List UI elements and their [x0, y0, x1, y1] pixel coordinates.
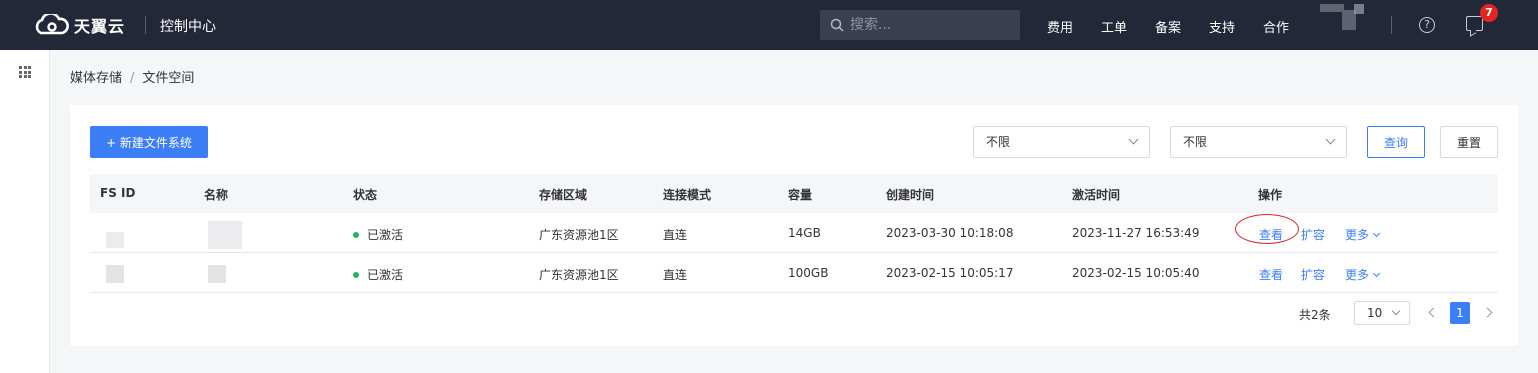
help-icon[interactable]: ? — [1419, 17, 1435, 33]
page-current[interactable]: 1 — [1450, 302, 1470, 324]
total-count: 共2条 — [1299, 308, 1331, 322]
nav-filing[interactable]: 备案 — [1155, 17, 1181, 36]
search-icon — [830, 18, 844, 32]
message-icon[interactable] — [1466, 16, 1483, 31]
table-header: FS ID 名称 状态 存储区域 连接模式 容量 创建时间 激活时间 操作 — [90, 174, 1498, 213]
page-size-select[interactable]: 10 — [1354, 301, 1410, 325]
region-cell: 广东资源池1区 — [539, 228, 619, 242]
new-filesystem-button[interactable]: + 新建文件系统 — [90, 126, 208, 158]
avatar[interactable] — [1320, 4, 1370, 30]
nav-billing[interactable]: 费用 — [1047, 17, 1073, 36]
mode-cell: 直连 — [663, 228, 688, 242]
col-actions: 操作 — [1258, 188, 1283, 202]
activated-cell: 2023-02-15 10:05:40 — [1072, 266, 1200, 280]
redacted-fsid — [106, 232, 124, 248]
col-fsid: FS ID — [100, 186, 136, 200]
search-input[interactable] — [850, 17, 1000, 33]
status-dot-icon — [353, 231, 359, 238]
redacted-fsid — [106, 265, 124, 283]
global-search[interactable] — [820, 10, 1020, 40]
capacity-cell: 14GB — [788, 226, 821, 240]
top-bar: 天翼云 控制中心 费用 工单 备案 支持 合作 ? 7 — [0, 0, 1538, 50]
prev-page-icon[interactable] — [1428, 307, 1439, 318]
filter-select-2[interactable]: 不限 — [1170, 126, 1347, 158]
chevron-down-icon — [1391, 306, 1401, 316]
breadcrumb: 媒体存储 / 文件空间 — [70, 67, 194, 86]
expand-link[interactable]: 扩容 — [1301, 266, 1325, 283]
breadcrumb-separator: / — [130, 71, 135, 86]
status-text: 已激活 — [367, 228, 404, 242]
content-card: + 新建文件系统 不限 不限 查询 重置 FS ID 名称 状态 存储区域 连接… — [70, 105, 1518, 346]
capacity-cell: 100GB — [788, 266, 829, 280]
created-cell: 2023-02-15 10:05:17 — [886, 266, 1014, 280]
created-cell: 2023-03-30 10:18:08 — [886, 226, 1014, 240]
message-badge: 7 — [1480, 4, 1498, 22]
next-page-icon[interactable] — [1482, 307, 1493, 318]
annotation-circle — [1235, 214, 1299, 244]
redacted-name — [208, 221, 242, 249]
col-status: 状态 — [353, 188, 378, 202]
filter-select-2-value: 不限 — [1183, 135, 1208, 149]
divider — [1391, 16, 1392, 34]
mode-cell: 直连 — [663, 268, 688, 282]
console-title[interactable]: 控制中心 — [160, 16, 216, 36]
breadcrumb-parent[interactable]: 媒体存储 — [70, 71, 122, 86]
activated-cell: 2023-11-27 16:53:49 — [1072, 226, 1200, 240]
apps-grid-icon[interactable] — [19, 66, 31, 78]
expand-link[interactable]: 扩容 — [1301, 226, 1325, 243]
filter-select-1-value: 不限 — [986, 135, 1011, 149]
col-name: 名称 — [204, 188, 229, 202]
status-cell: 已激活 — [353, 226, 403, 243]
region-cell: 广东资源池1区 — [539, 268, 619, 282]
status-text: 已激活 — [367, 268, 404, 282]
filter-select-1[interactable]: 不限 — [973, 126, 1150, 158]
more-link[interactable]: 更多 — [1345, 226, 1381, 243]
status-cell: 已激活 — [353, 266, 403, 283]
nav-partner[interactable]: 合作 — [1263, 17, 1289, 36]
more-label: 更多 — [1345, 228, 1370, 242]
view-link[interactable]: 查看 — [1259, 266, 1283, 283]
brand-name: 天翼云 — [74, 17, 126, 36]
more-link[interactable]: 更多 — [1345, 266, 1381, 283]
nav-support[interactable]: 支持 — [1209, 17, 1235, 36]
side-nav — [0, 50, 50, 373]
query-button[interactable]: 查询 — [1367, 126, 1425, 158]
status-dot-icon — [353, 271, 359, 278]
col-mode: 连接模式 — [663, 188, 712, 202]
chevron-down-icon — [1372, 269, 1381, 278]
divider — [145, 16, 146, 34]
col-region: 存储区域 — [539, 188, 588, 202]
nav-ticket[interactable]: 工单 — [1101, 17, 1127, 36]
col-capacity: 容量 — [788, 188, 813, 202]
breadcrumb-current: 文件空间 — [142, 71, 195, 86]
reset-button[interactable]: 重置 — [1440, 126, 1498, 158]
table-row: 已激活 广东资源池1区 直连 100GB 2023-02-15 10:05:17… — [90, 253, 1498, 293]
cloud-logo-icon — [35, 14, 69, 35]
col-created: 创建时间 — [886, 188, 935, 202]
redacted-name — [208, 265, 226, 283]
chevron-down-icon — [1372, 229, 1381, 238]
more-label: 更多 — [1345, 268, 1370, 282]
brand-logo[interactable]: 天翼云 — [32, 12, 125, 38]
page-size-value: 10 — [1367, 306, 1383, 320]
col-activated: 激活时间 — [1072, 188, 1121, 202]
chevron-down-icon — [1325, 134, 1336, 145]
chevron-down-icon — [1128, 134, 1139, 145]
